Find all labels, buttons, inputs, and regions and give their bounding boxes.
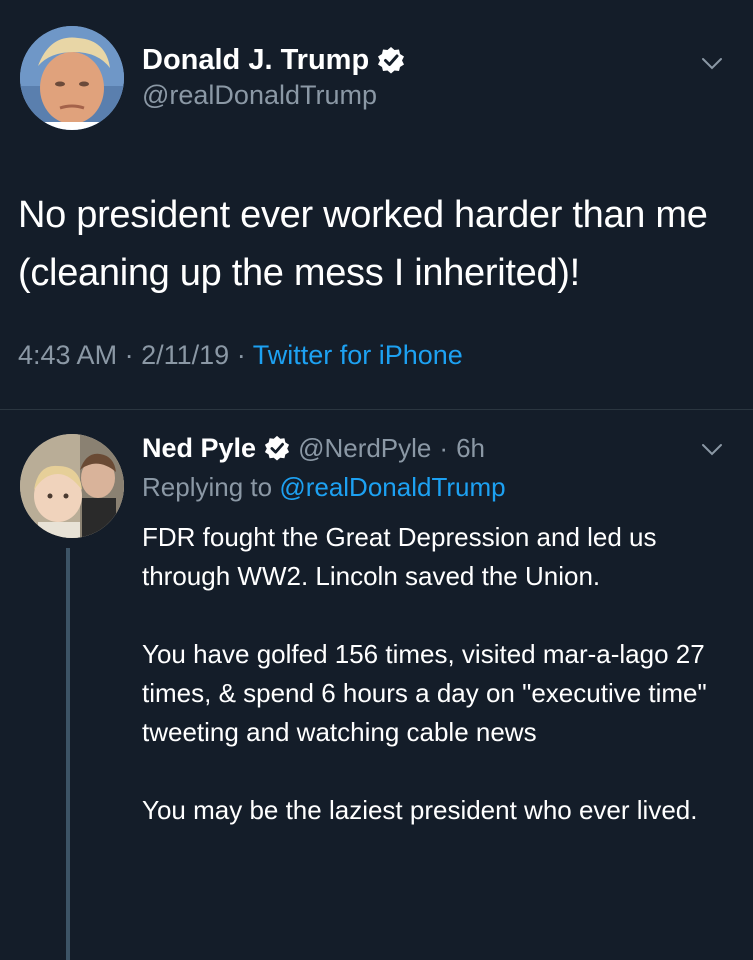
chevron-down-icon[interactable] [700, 442, 724, 458]
meta-separator: · [236, 340, 246, 370]
tweet-time[interactable]: 4:43 AM [18, 340, 117, 370]
meta-separator: · [124, 340, 134, 370]
reply-author-display-name[interactable]: Ned Pyle [142, 433, 256, 464]
tweet-text: No president ever worked harder than me … [18, 194, 708, 294]
replying-to-label: Replying to [142, 472, 273, 502]
reply-text: FDR fought the Great Depression and led … [142, 518, 742, 869]
tweet-date[interactable]: 2/11/19 [141, 340, 229, 370]
author-handle[interactable]: @realDonaldTrump [142, 80, 377, 111]
tweet-divider [0, 409, 753, 410]
meta-separator: · [439, 432, 449, 463]
reply-time[interactable]: 6h [456, 433, 485, 464]
thread-connector-line [66, 548, 70, 960]
reply-paragraph: You may be the laziest president who eve… [142, 795, 698, 825]
verified-badge-icon [378, 47, 405, 74]
author-display-name[interactable]: Donald J. Trump [142, 44, 369, 77]
author-name-row: Donald J. Trump [142, 42, 405, 78]
reply-author-handle[interactable]: @NerdPyle [298, 433, 431, 464]
reply-paragraph: You have golfed 156 times, visited mar-a… [142, 639, 707, 747]
tweet-source-link[interactable]: Twitter for iPhone [253, 340, 463, 370]
verified-badge-icon [264, 435, 290, 461]
avatar-portrait [20, 26, 124, 130]
reply-author-row: Ned Pyle @NerdPyle · 6h [142, 430, 485, 466]
tweet-meta: 4:43 AM · 2/11/19 · Twitter for iPhone [18, 340, 463, 371]
replying-to-link[interactable]: @realDonaldTrump [279, 472, 505, 502]
reply-author-avatar[interactable] [20, 434, 124, 538]
author-avatar[interactable] [20, 26, 124, 130]
main-tweet: Donald J. Trump @realDonaldTrump No pres… [0, 0, 753, 410]
avatar-photo [20, 434, 124, 538]
chevron-down-icon[interactable] [700, 56, 724, 72]
replying-to-row: Replying to @realDonaldTrump [142, 472, 506, 503]
reply-paragraph: FDR fought the Great Depression and led … [142, 522, 657, 591]
